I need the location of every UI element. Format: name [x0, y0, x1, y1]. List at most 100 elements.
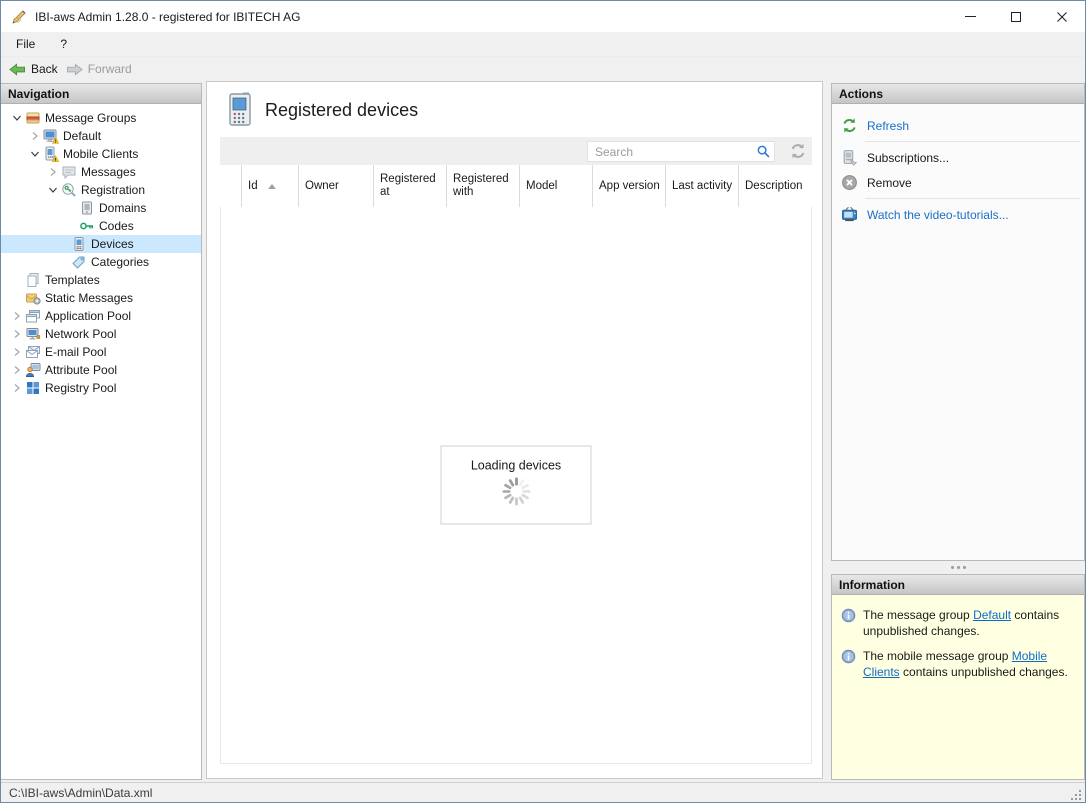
tree-item-message-groups[interactable]: Message Groups [1, 109, 201, 127]
key-icon [79, 218, 95, 234]
tree-item-email-pool[interactable]: E-mail Pool [1, 343, 201, 361]
tree-label: Mobile Clients [63, 147, 138, 161]
email-pool-icon [25, 344, 41, 360]
chevron-none [55, 254, 71, 270]
actions-panel: Actions Refresh Subscriptions... [831, 83, 1085, 561]
loading-text: Loading devices [442, 459, 591, 473]
forward-label: Forward [88, 62, 132, 76]
column-header-registered-with[interactable]: Registered with [447, 165, 520, 207]
subscriptions-action[interactable]: Subscriptions... [832, 145, 1084, 170]
subscriptions-label: Subscriptions... [867, 151, 949, 165]
column-header-app-version[interactable]: App version [593, 165, 666, 207]
chevron-collapsed-icon[interactable] [9, 308, 25, 324]
tree-item-domains[interactable]: Domains [1, 199, 201, 217]
column-label: Id [248, 180, 258, 193]
tree-label: Default [63, 129, 101, 143]
tree-label: Messages [81, 165, 136, 179]
tree-item-codes[interactable]: Codes [1, 217, 201, 235]
tree-item-attribute-pool[interactable]: Attribute Pool [1, 361, 201, 379]
column-label: Model [526, 180, 557, 193]
static-messages-icon [25, 290, 41, 306]
refresh-gray-icon [789, 142, 807, 160]
loading-indicator: Loading devices [441, 446, 592, 525]
tree-label: Registration [81, 183, 145, 197]
actions-separator [865, 198, 1080, 199]
attribute-pool-icon [25, 362, 41, 378]
remove-action[interactable]: Remove [832, 170, 1084, 195]
column-selector[interactable] [220, 165, 242, 207]
right-column: Actions Refresh Subscriptions... [831, 83, 1085, 780]
tree-item-categories[interactable]: Categories [1, 253, 201, 271]
tree-item-templates[interactable]: Templates [1, 271, 201, 289]
chevron-collapsed-icon[interactable] [9, 362, 25, 378]
close-button[interactable] [1039, 1, 1085, 32]
back-button[interactable]: Back [9, 62, 58, 77]
tree-item-registry-pool[interactable]: Registry Pool [1, 379, 201, 397]
resize-grip-icon[interactable] [1070, 789, 1083, 802]
minimize-icon [965, 16, 976, 17]
column-label: App version [599, 180, 660, 193]
tree-item-mobile-clients[interactable]: Mobile Clients [1, 145, 201, 163]
registration-icon [61, 182, 77, 198]
window-title: IBI-aws Admin 1.28.0 - registered for IB… [35, 10, 300, 24]
menu-help[interactable]: ? [50, 33, 77, 55]
column-label: Last activity [672, 180, 732, 193]
tree-label: Templates [45, 273, 100, 287]
tag-icon [71, 254, 87, 270]
sort-ascending-icon [268, 184, 276, 189]
column-header-model[interactable]: Model [520, 165, 593, 207]
video-tutorials-action[interactable]: Watch the video-tutorials... [832, 202, 1084, 227]
application-pool-icon [25, 308, 41, 324]
main-title-row: Registered devices [207, 82, 822, 136]
search-button[interactable] [752, 142, 774, 161]
forward-button[interactable]: Forward [66, 62, 132, 77]
tree-item-registration[interactable]: Registration [1, 181, 201, 199]
menu-file[interactable]: File [6, 33, 45, 55]
tree-item-devices[interactable]: Devices [1, 235, 201, 253]
minimize-button[interactable] [947, 1, 993, 32]
menu-bar: File ? [1, 32, 1085, 57]
tree-label: Network Pool [45, 327, 116, 341]
column-header-registered-at[interactable]: Registered at [374, 165, 447, 207]
chevron-collapsed-icon[interactable] [45, 164, 61, 180]
chevron-expanded-icon[interactable] [45, 182, 61, 198]
search-input[interactable] [588, 145, 752, 159]
content-area: Navigation Message Groups Default Mobile… [1, 81, 1085, 784]
registered-devices-panel: Registered devices Id Owner Registered a… [206, 81, 823, 779]
tree-item-application-pool[interactable]: Application Pool [1, 307, 201, 325]
refresh-table-button[interactable] [789, 142, 807, 160]
video-tutorials-label: Watch the video-tutorials... [867, 208, 1009, 222]
data-file-path: C:\IBI-aws\Admin\Data.xml [9, 786, 1070, 800]
column-header-id[interactable]: Id [242, 165, 299, 207]
tree-item-messages[interactable]: Messages [1, 163, 201, 181]
info-message: The mobile message group Mobile Clients … [841, 648, 1076, 680]
tree-label: Categories [91, 255, 149, 269]
registry-pool-icon [25, 380, 41, 396]
message-groups-icon [25, 110, 41, 126]
app-icon [10, 8, 28, 26]
chevron-expanded-icon[interactable] [9, 110, 25, 126]
tree-item-default[interactable]: Default [1, 127, 201, 145]
domains-icon [79, 200, 95, 216]
chevron-collapsed-icon[interactable] [9, 344, 25, 360]
column-header-description[interactable]: Description [739, 165, 812, 207]
panel-splitter[interactable] [831, 561, 1085, 574]
tree-label: Application Pool [45, 309, 131, 323]
app-window: IBI-aws Admin 1.28.0 - registered for IB… [0, 0, 1086, 803]
tree-label: E-mail Pool [45, 345, 106, 359]
chevron-collapsed-icon[interactable] [27, 128, 43, 144]
info-message-text: The message group Default contains unpub… [863, 607, 1076, 639]
tree-item-static-messages[interactable]: Static Messages [1, 289, 201, 307]
chevron-none [9, 272, 25, 288]
info-link-default[interactable]: Default [973, 608, 1011, 622]
chevron-collapsed-icon[interactable] [9, 380, 25, 396]
chevron-expanded-icon[interactable] [27, 146, 43, 162]
network-pool-icon [25, 326, 41, 342]
maximize-button[interactable] [993, 1, 1039, 32]
chevron-collapsed-icon[interactable] [9, 326, 25, 342]
tree-item-network-pool[interactable]: Network Pool [1, 325, 201, 343]
refresh-action[interactable]: Refresh [832, 113, 1084, 138]
column-header-last-activity[interactable]: Last activity [666, 165, 739, 207]
column-header-owner[interactable]: Owner [299, 165, 374, 207]
info-text-prefix: The mobile message group [863, 649, 1012, 663]
